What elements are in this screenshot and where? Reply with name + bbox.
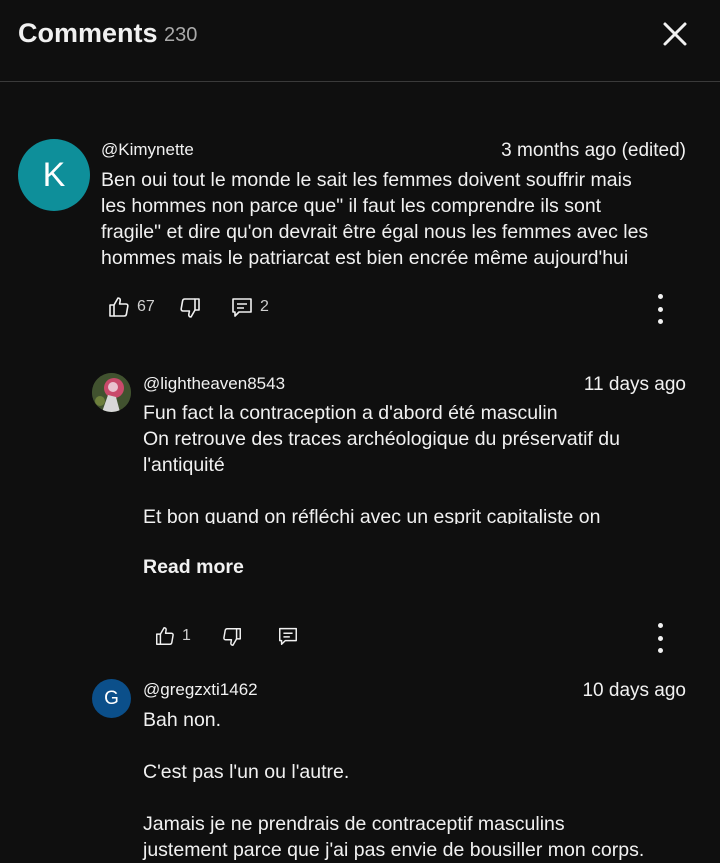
avatar[interactable]: G [92, 679, 131, 718]
comment-text: Bah non. C'est pas l'un ou l'autre. Jama… [143, 709, 645, 861]
reply: G @gregzxti1462 10 days ago Bah non. C'e… [0, 0, 720, 861]
comment-author[interactable]: @gregzxti1462 [143, 680, 258, 700]
avatar-letter: G [104, 687, 119, 709]
comment-timestamp: 10 days ago [582, 680, 686, 701]
